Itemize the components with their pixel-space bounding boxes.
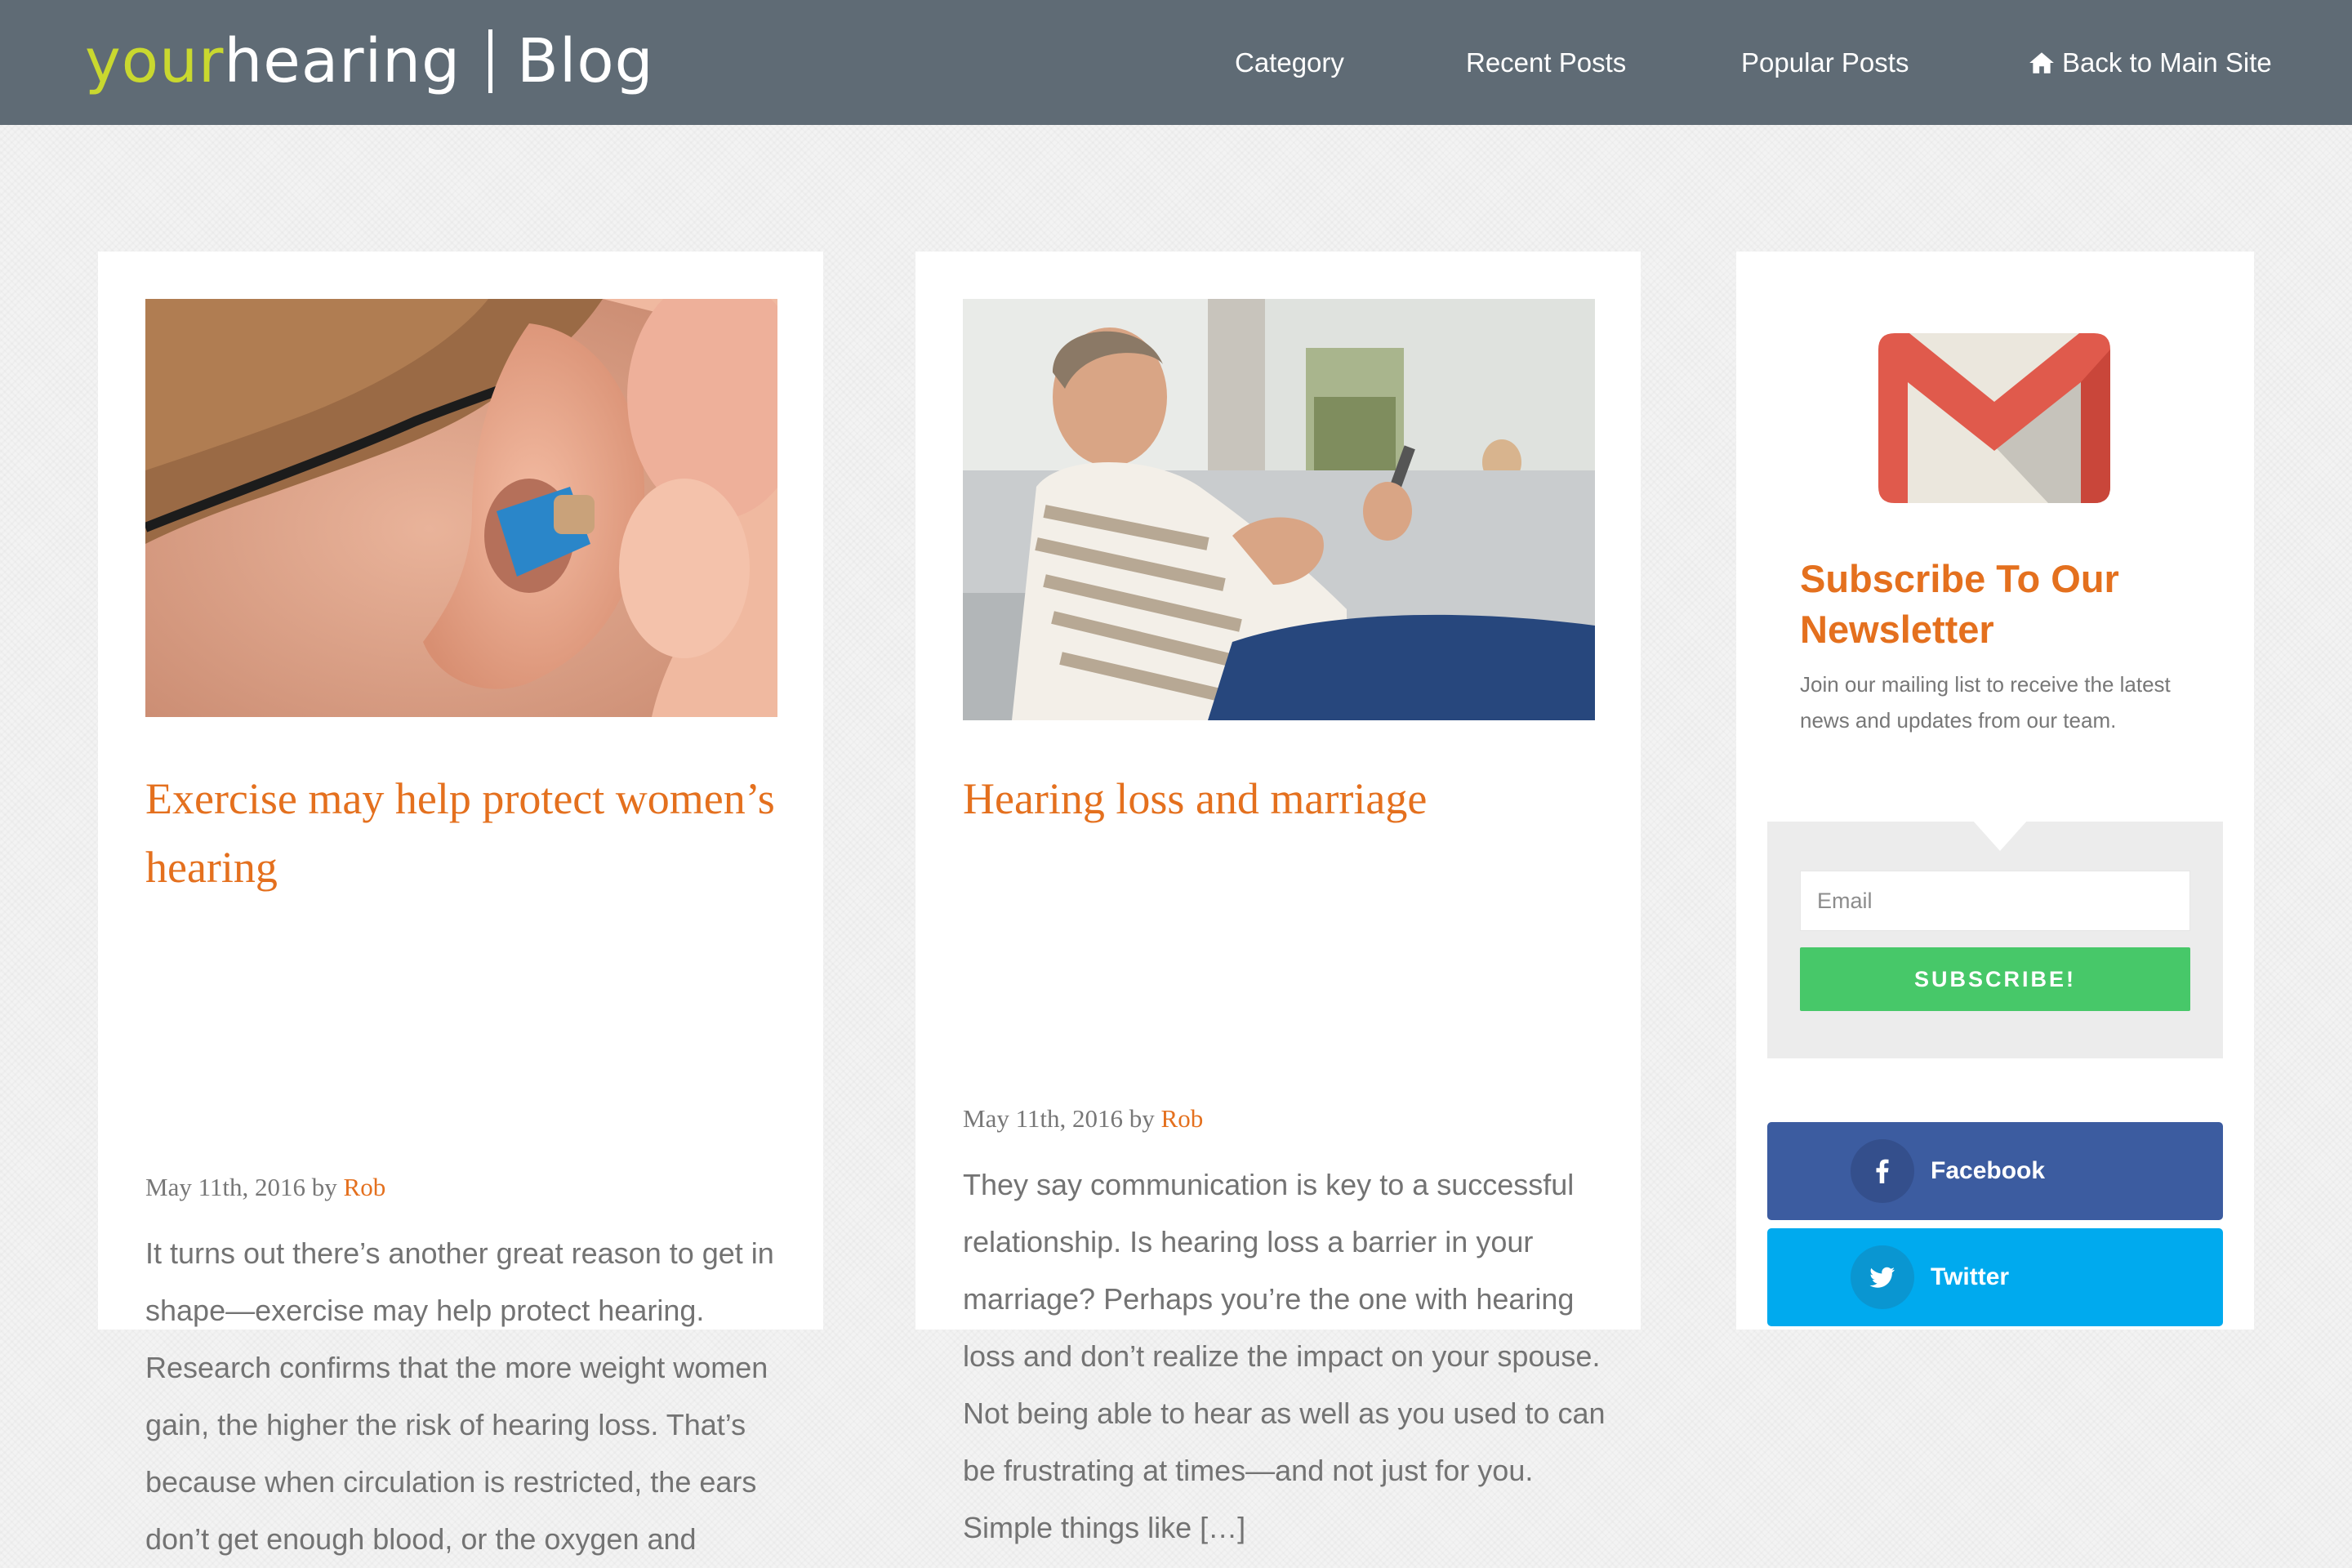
post-card: Hearing loss and marriage May 11th, 2016… [915,252,1641,1544]
post-date: May 11th, 2016 [145,1173,306,1201]
nav-recent-posts[interactable]: Recent Posts [1466,0,1626,125]
home-icon [2029,51,2054,74]
post-title[interactable]: Exercise may help protect women’s hearin… [145,764,782,902]
newsletter-description: Join our mailing list to receive the lat… [1800,672,2171,733]
facebook-icon-circle [1851,1139,1914,1203]
post-author-link[interactable]: Rob [1161,1104,1204,1133]
email-field[interactable] [1800,871,2190,931]
nav-back-to-main-site[interactable]: Back to Main Site [2028,0,2272,125]
post-title[interactable]: Hearing loss and marriage [963,764,1600,833]
twitter-icon-circle [1851,1245,1914,1309]
logo-your: your [85,26,225,96]
nav-back-label: Back to Main Site [2062,47,2272,78]
twitter-icon [1869,1267,1895,1288]
site-header: your hearing Blog Category Recent Posts P… [0,0,2352,125]
gmail-envelope-icon [1878,333,2110,503]
subscribe-form: SUBSCRIBE! [1767,820,2223,1058]
post-by: by [311,1173,337,1201]
logo-blog: Blog [517,26,654,96]
hearing-aid-insertion-photo[interactable] [145,299,777,717]
newsletter-sidebar: Subscribe To Our Newsletter Join our mai… [1736,252,2254,1330]
site-logo[interactable]: your hearing Blog [85,24,654,98]
post-author-link[interactable]: Rob [344,1173,386,1201]
newsletter-title: Subscribe To Our Newsletter [1800,557,2119,651]
man-on-couch-with-phone-photo[interactable] [963,299,1595,720]
post-excerpt: It turns out there’s another great reaso… [145,1236,774,1556]
post-by: by [1129,1104,1155,1133]
facebook-label: Facebook [1931,1157,2046,1184]
twitter-button[interactable]: Twitter [1767,1228,2223,1326]
post-date: May 11th, 2016 [963,1104,1124,1133]
nav-popular-posts[interactable]: Popular Posts [1741,0,1909,125]
logo-divider [488,29,493,93]
nav-category[interactable]: Category [1235,0,1344,125]
facebook-icon [1876,1159,1889,1183]
post-meta: May 11th, 2016 by Rob [963,1104,1203,1134]
form-notch [1972,820,2028,851]
twitter-label: Twitter [1931,1263,2010,1290]
logo-hearing: hearing [224,26,461,96]
facebook-button[interactable]: Facebook [1767,1122,2223,1220]
subscribe-button[interactable]: SUBSCRIBE! [1800,947,2190,1011]
post-meta: May 11th, 2016 by Rob [145,1173,385,1202]
post-card: Exercise may help protect women’s hearin… [98,252,823,1556]
post-excerpt: They say communication is key to a succe… [963,1168,1606,1544]
